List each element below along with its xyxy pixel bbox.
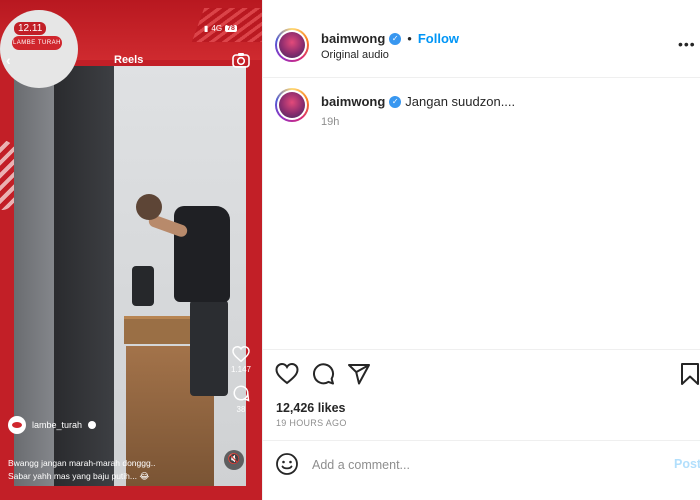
comment-icon[interactable] (311, 362, 335, 386)
video-person-head (136, 194, 162, 220)
bookmark-icon[interactable] (678, 362, 700, 386)
caption-timestamp[interactable]: 19h (321, 116, 339, 128)
caption-line: baimwong ✓ Jangan suudzon.... (321, 94, 515, 109)
caption-text: Jangan suudzon.... (405, 94, 516, 109)
back-arrow-icon[interactable]: ‹ (6, 52, 11, 68)
caption-author-avatar[interactable] (275, 88, 309, 122)
reel-verified-icon (88, 421, 97, 429)
reel-caption: Bwangg jangan marah-marah donggg.. Sabar… (8, 457, 218, 483)
reel-comment-count: 38 (236, 405, 246, 414)
post-header: baimwong ✓ • Follow Original audio (263, 0, 700, 78)
reel-heart-icon[interactable] (232, 346, 250, 362)
actions-divider (263, 349, 700, 350)
video-desk (124, 316, 194, 344)
network-label: 4G (211, 24, 223, 33)
mute-icon[interactable]: 🔇 (224, 450, 244, 470)
comment-input[interactable]: Add a comment... (312, 458, 410, 472)
reel-like-count: 1.147 (230, 365, 252, 374)
reel-media[interactable]: 12.11 LAMBE TURAH ‹ Reels ▮ 4G 78 1.147 … (0, 0, 262, 500)
brand-logo-text: LAMBE TURAH (12, 36, 62, 50)
reel-side-actions: 1.147 38 (226, 346, 256, 424)
reel-user-row[interactable]: lambe_turah (8, 416, 97, 434)
emoji-icon[interactable] (275, 452, 299, 476)
reel-user-avatar[interactable] (8, 416, 26, 434)
video-person-body (174, 206, 230, 302)
reel-username[interactable]: lambe_turah (32, 420, 82, 430)
reel-caption-line: Sabar yahh mas yang baju putih... 😂 (8, 471, 150, 481)
post-comment-button[interactable]: Post (674, 457, 700, 471)
status-time: 12.11 (14, 22, 47, 35)
caption-author[interactable]: baimwong (321, 94, 385, 109)
verified-icon: ✓ (389, 95, 402, 108)
verified-icon: ✓ (389, 32, 402, 45)
author-name-row: baimwong ✓ • Follow (321, 31, 459, 46)
audio-link[interactable]: Original audio (321, 49, 389, 61)
heart-icon[interactable] (275, 362, 299, 386)
video-chair (132, 266, 154, 306)
reel-title: Reels (114, 54, 144, 66)
camera-icon[interactable] (232, 52, 250, 68)
author-avatar[interactable] (275, 28, 309, 62)
reel-comment-icon[interactable] (232, 384, 250, 402)
author-username[interactable]: baimwong (321, 31, 385, 46)
signal-icon: ▮ (204, 24, 209, 33)
likes-count[interactable]: 12,426 likes (276, 401, 346, 415)
comment-bar-divider (263, 440, 700, 441)
video-person-legs (190, 300, 228, 396)
instagram-post-view: 12.11 LAMBE TURAH ‹ Reels ▮ 4G 78 1.147 … (0, 0, 700, 500)
separator-dot: • (407, 31, 412, 46)
post-time-ago[interactable]: 19 HOURS AGO (276, 418, 347, 428)
share-icon[interactable] (347, 362, 371, 386)
status-bar-icons: ▮ 4G 78 (204, 24, 237, 33)
follow-button[interactable]: Follow (418, 31, 459, 46)
more-icon[interactable]: ••• (678, 36, 696, 52)
reel-caption-line: Bwangg jangan marah-marah donggg.. (8, 458, 156, 468)
battery-indicator: 78 (225, 25, 237, 32)
